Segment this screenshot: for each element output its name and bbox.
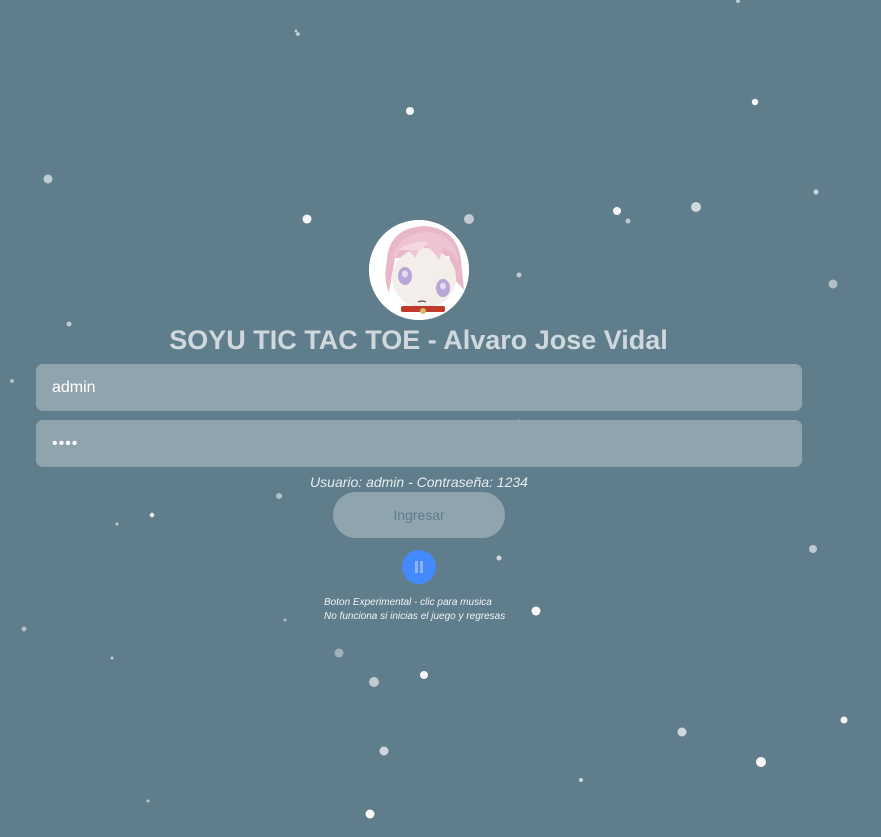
music-toggle-button[interactable]	[402, 550, 436, 584]
pause-icon	[414, 561, 424, 573]
password-field[interactable]	[36, 420, 802, 467]
login-page: SOYU TIC TAC TOE - Alvaro Jose Vidal Usu…	[0, 0, 881, 837]
snowfall-background	[10, 0, 848, 819]
username-field[interactable]	[36, 364, 802, 411]
music-note-line-2: No funciona si inicias el juego y regres…	[324, 611, 506, 622]
anime-character-avatar	[369, 220, 469, 320]
page-title: SOYU TIC TAC TOE - Alvaro Jose Vidal	[169, 325, 668, 355]
avatar-illustration	[369, 220, 469, 320]
login-button[interactable]: Ingresar	[333, 492, 505, 538]
music-note-line-1: Boton Experimental - clic para musica	[324, 597, 492, 608]
music-note: Boton Experimental - clic para musica No…	[324, 596, 505, 624]
credentials-hint: Usuario: admin - Contraseña: 1234	[310, 474, 528, 490]
